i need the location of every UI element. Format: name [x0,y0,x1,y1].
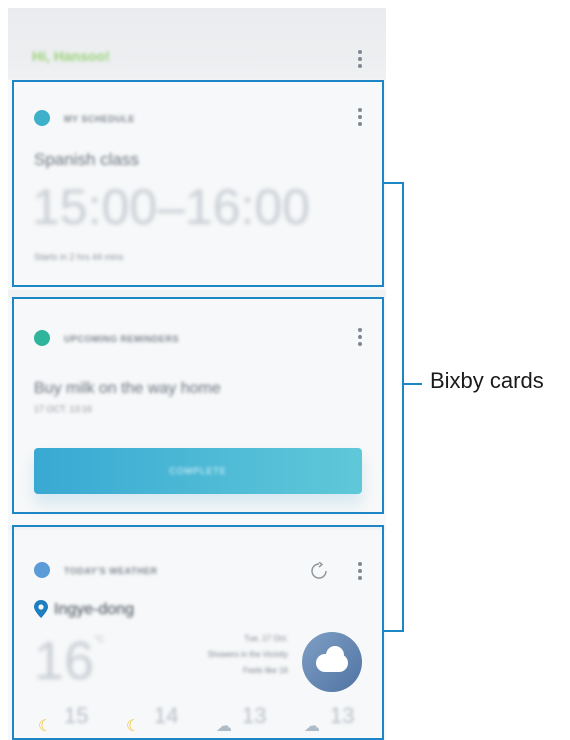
schedule-more-icon[interactable] [358,108,362,126]
moon-icon: ☾ [38,718,53,735]
schedule-card[interactable]: MY SCHEDULE Spanish class 15:00–16:00 St… [8,80,386,290]
cloud-icon: ☁ [216,718,232,735]
reminders-card[interactable]: UPCOMING REMINDERS Buy milk on the way h… [8,298,386,526]
forecast-temp: 14 [154,703,179,728]
weather-unit: °C [94,634,105,644]
bracket-spine [402,182,404,632]
weather-condition: Showers in the Vicinity [207,650,288,659]
bell-icon [34,330,50,346]
annotation-label: Bixby cards [430,368,544,393]
schedule-card-title: MY SCHEDULE [64,114,135,124]
weather-card-title: TODAY'S WEATHER [64,566,158,576]
cloud-icon: ☁ [304,718,320,735]
header: Hi, Hansoo! [8,8,386,78]
complete-button[interactable]: COMPLETE [34,448,362,494]
cloud-illustration [302,632,362,692]
forecast-temp: 15 [64,703,89,728]
reminders-more-icon[interactable] [358,328,362,346]
calendar-icon [34,110,50,126]
weather-card[interactable]: TODAY'S WEATHER Ingye-dong 16 °C Tue, 17… [8,530,386,740]
reminders-card-title: UPCOMING REMINDERS [64,334,180,344]
reminder-text: Buy milk on the way home [34,380,221,397]
schedule-time: 15:00–16:00 [32,179,311,235]
bracket-bottom [384,630,404,632]
bracket-pointer [404,383,422,385]
greeting-text: Hi, Hansoo! [32,48,110,64]
schedule-subtext: Starts in 2 hrs 44 mins [34,252,124,262]
forecast-temp: 13 [330,703,355,728]
weather-date: Tue, 17 Oct. [244,634,288,643]
weather-temperature: 16 [34,631,95,691]
weather-feels-like: Feels like 16 [243,666,288,675]
refresh-icon[interactable] [310,562,328,580]
weather-location: Ingye-dong [54,601,135,618]
forecast-temp: 13 [242,703,267,728]
bracket-top [384,182,404,184]
weather-more-icon[interactable] [358,562,362,580]
reminder-datetime: 17 OCT. 13:16 [34,404,93,414]
more-options-icon[interactable] [358,50,362,68]
schedule-event: Spanish class [34,150,139,169]
weather-icon [34,562,50,578]
phone-screen: Hi, Hansoo! MY SCHEDULE Spanish class 15… [8,8,386,740]
moon-cloud-icon: ☾ [126,718,141,735]
location-pin-icon [34,600,48,618]
